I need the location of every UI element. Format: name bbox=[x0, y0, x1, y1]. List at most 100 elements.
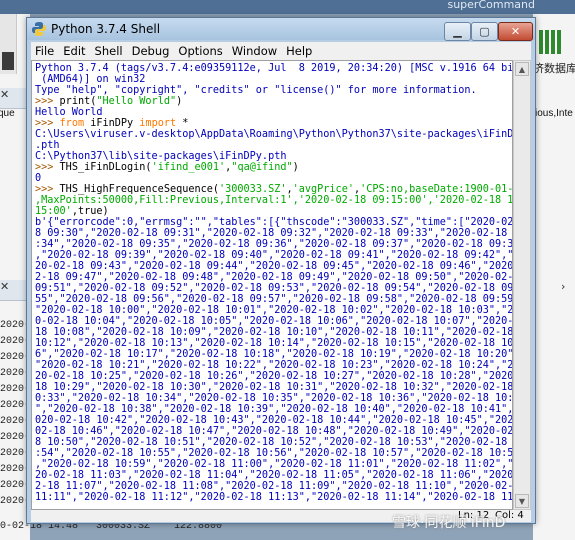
background-left-text: que bbox=[0, 108, 15, 119]
shell-line: :54","2020-02-18 10:55","2020-02-18 10:5… bbox=[35, 448, 513, 459]
shell-text: Python 3.7.4 (tags/v3.7.4:e09359112e, Ju… bbox=[35, 63, 513, 74]
shell-token: THS_HighFrequenceSequence( bbox=[59, 184, 220, 195]
shell-line: b'{"errorcode":0,"errmsg":"","tables":[{… bbox=[35, 217, 513, 228]
shell-text: 10:12","2020-02-18 10:13","2020-02-18 10… bbox=[35, 338, 513, 349]
shell-text: ,"2020-02-18 10:59","2020-02-18 11:00","… bbox=[35, 459, 513, 470]
shell-token: ) bbox=[292, 162, 299, 173]
shell-text: :34","2020-02-18 09:35","2020-02-18 09:3… bbox=[35, 239, 513, 250]
window-title: Python 3.7.4 Shell bbox=[51, 22, 161, 36]
shell-line: 20-02-18 11:03","2020-02-18 11:04","2020… bbox=[35, 470, 513, 481]
shell-text: ,"2020-02-18 09:39","2020-02-18 09:40","… bbox=[35, 250, 513, 261]
shell-text: Type "help", "copyright", "credits" or "… bbox=[35, 85, 477, 96]
menu-file[interactable]: File bbox=[31, 42, 59, 60]
shell-line: 8 09:30","2020-02-18 09:31","2020-02-18 … bbox=[35, 228, 513, 239]
shell-line: 2-18 09:47","2020-02-18 09:48","2020-02-… bbox=[35, 272, 513, 283]
shell-text: :54","2020-02-18 10:55","2020-02-18 10:5… bbox=[35, 448, 513, 459]
shell-line: ,MaxPoints:50000,Fill:Previous,Interval:… bbox=[35, 195, 512, 206]
shell-line: 0-02-18 10:04","2020-02-18 10:05","2020-… bbox=[35, 316, 513, 327]
shell-text: Hello World bbox=[35, 107, 103, 118]
scroll-up-icon[interactable]: ▲ bbox=[515, 62, 529, 76]
menu-help[interactable]: Help bbox=[282, 42, 317, 60]
background-right-text: ious,Inte bbox=[535, 108, 573, 119]
shell-line: 6","2020-02-18 10:17","2020-02-18 10:18"… bbox=[35, 349, 513, 360]
shell-line: Python 3.7.4 (tags/v3.7.4:e09359112e, Ju… bbox=[35, 63, 513, 74]
shell-text: 09:51","2020-02-18 09:52","2020-02-18 09… bbox=[35, 283, 513, 294]
shell-line: >>> from iFinDPy import * bbox=[35, 118, 188, 129]
database-icon[interactable] bbox=[539, 30, 561, 54]
shell-text: ,true) bbox=[71, 206, 109, 217]
menu-shell[interactable]: Shell bbox=[91, 42, 128, 60]
close-button[interactable]: ✕ bbox=[498, 22, 533, 41]
shell-token: >>> bbox=[35, 118, 60, 129]
shell-line: 10:12","2020-02-18 10:13","2020-02-18 10… bbox=[35, 338, 513, 349]
menu-debug[interactable]: Debug bbox=[128, 42, 175, 60]
shell-token: import bbox=[139, 118, 177, 129]
minimize-button[interactable]: ▁ bbox=[444, 22, 471, 41]
shell-line: Type "help", "copyright", "credits" or "… bbox=[35, 85, 477, 96]
python-icon bbox=[32, 22, 46, 36]
shell-text: 8 09:30","2020-02-18 09:31","2020-02-18 … bbox=[35, 228, 513, 239]
shell-line: 02-18 10:46","2020-02-18 10:47","2020-02… bbox=[35, 426, 513, 437]
shell-text: 18 10:08","2020-02-18 10:09","2020-02-18… bbox=[35, 327, 513, 338]
shell-line: >>> THS_HighFrequenceSequence('300033.SZ… bbox=[35, 184, 513, 195]
background-app-titlebar: superCommand bbox=[0, 0, 575, 14]
shell-line: 0:33","2020-02-18 10:34","2020-02-18 10:… bbox=[35, 393, 512, 404]
shell-text: 0-02-18 10:04","2020-02-18 10:05","2020-… bbox=[35, 316, 513, 327]
shell-token: 'ifind_e001' bbox=[151, 162, 226, 173]
shell-token: print( bbox=[59, 96, 97, 107]
shell-text: ","2020-02-18 10:38","2020-02-18 10:39",… bbox=[35, 404, 513, 415]
shell-line: 15:00',true) bbox=[35, 206, 109, 217]
shell-line: C:\Python37\lib\site-packages\iFinDPy.pt… bbox=[35, 151, 286, 162]
shell-text-area[interactable]: Python 3.7.4 (tags/v3.7.4:e09359112e, Ju… bbox=[31, 60, 513, 510]
shell-line: 11:11","2020-02-18 11:12","2020-02-18 11… bbox=[35, 492, 513, 503]
scroll-down-icon[interactable]: ▼ bbox=[515, 494, 529, 508]
shell-token: 'avgPrice' bbox=[292, 184, 354, 195]
shell-text: "2020-02-18 10:00","2020-02-18 10:01","2… bbox=[35, 305, 513, 316]
menu-edit[interactable]: Edit bbox=[59, 42, 90, 60]
shell-text: C:\Users\viruser.v-desktop\AppData\Roami… bbox=[35, 129, 513, 140]
shell-text: 11:11","2020-02-18 11:12","2020-02-18 11… bbox=[35, 492, 513, 503]
close-icon: ✕ bbox=[510, 25, 521, 38]
shell-line: 2-18 11:07","2020-02-18 11:08","2020-02-… bbox=[35, 481, 512, 492]
shell-token: >>> bbox=[35, 184, 60, 195]
shell-line: Hello World bbox=[35, 107, 102, 118]
shell-token: 'CPS:no,baseDate:1900-01-01 bbox=[360, 184, 513, 195]
shell-token: iFinDPy bbox=[84, 118, 140, 129]
shell-text: 20-02-18 09:43","2020-02-18 09:44","2020… bbox=[35, 261, 513, 272]
menu-window[interactable]: Window bbox=[228, 42, 282, 60]
shell-text: 6","2020-02-18 10:17","2020-02-18 10:18"… bbox=[35, 349, 513, 360]
shell-text: b'{"errorcode":0,"errmsg":"","tables":[{… bbox=[35, 217, 513, 228]
shell-text: ,MaxPoints:50000,Fill:Previous,Interval:… bbox=[35, 195, 293, 206]
menu-options[interactable]: Options bbox=[174, 42, 227, 60]
shell-line: 8 10:50","2020-02-18 10:51","2020-02-18 … bbox=[35, 437, 513, 448]
background-app-title: superCommand bbox=[447, 0, 535, 11]
shell-token: * bbox=[176, 118, 189, 129]
shell-token: >>> bbox=[35, 96, 60, 107]
shell-line: "2020-02-18 10:00","2020-02-18 10:01","2… bbox=[35, 305, 513, 316]
shell-line: 09:51","2020-02-18 09:52","2020-02-18 09… bbox=[35, 283, 513, 294]
shell-line: "2020-02-18 10:21","2020-02-18 10:22","2… bbox=[35, 360, 512, 371]
idle-shell-window: Python 3.7.4 Shell ▁ ▢ ✕ File Edit Shell… bbox=[26, 17, 536, 524]
shell-line: (AMD64)] on win32 bbox=[35, 74, 145, 85]
background-right-label: 济数据库 bbox=[533, 62, 575, 75]
shell-token: from bbox=[59, 118, 85, 129]
shell-line: :34","2020-02-18 09:35","2020-02-18 09:3… bbox=[35, 239, 513, 250]
shell-token: "Hello World" bbox=[96, 96, 177, 107]
chevron-right-icon[interactable]: › bbox=[561, 280, 573, 296]
shell-token: '300033.SZ' bbox=[219, 184, 287, 195]
shell-text: 02-18 10:46","2020-02-18 10:47","2020-02… bbox=[35, 426, 513, 437]
shell-line: 0 bbox=[35, 173, 41, 184]
window-titlebar[interactable]: Python 3.7.4 Shell ▁ ▢ ✕ bbox=[27, 18, 535, 41]
shell-text: 8 10:50","2020-02-18 10:51","2020-02-18 … bbox=[35, 437, 513, 448]
maximize-icon: ▢ bbox=[479, 25, 490, 38]
shell-line: 020-02-18 10:42","2020-02-18 10:43","202… bbox=[35, 415, 513, 426]
shell-line: 55","2020-02-18 09:56","2020-02-18 09:57… bbox=[35, 294, 512, 305]
vertical-scrollbar[interactable]: ▲ ▼ bbox=[513, 60, 531, 510]
shell-token: >>> bbox=[35, 162, 60, 173]
shell-text: 20-02-18 11:03","2020-02-18 11:04","2020… bbox=[35, 470, 513, 481]
shell-token: THS_iFinDLogin( bbox=[59, 162, 152, 173]
shell-text: 020-02-18 10:42","2020-02-18 10:43","202… bbox=[35, 415, 513, 426]
maximize-button[interactable]: ▢ bbox=[471, 22, 498, 41]
shell-text: 2-18 09:47","2020-02-18 09:48","2020-02-… bbox=[35, 272, 513, 283]
dropdown-arrow-icon[interactable] bbox=[2, 52, 14, 70]
